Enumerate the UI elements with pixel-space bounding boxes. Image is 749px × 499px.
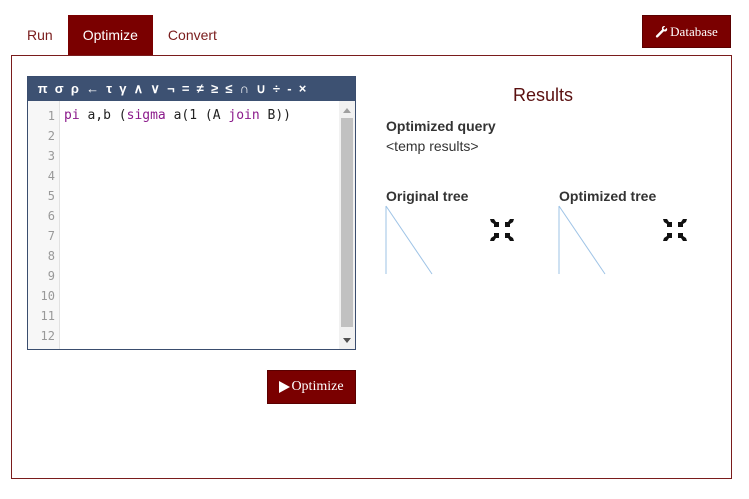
symbol-rho[interactable]: ρ	[67, 77, 82, 101]
code-text: B))	[259, 108, 292, 123]
line-number: 4	[47, 169, 55, 183]
symbol-pi[interactable]: π	[34, 77, 51, 101]
scroll-up-arrow-icon[interactable]	[339, 103, 355, 117]
line-number-gutter: 1 2 3 4 5 6 7 8 9 10 11 12	[28, 101, 60, 349]
optimized-tree-label: Optimized tree	[559, 188, 657, 204]
code-keyword: join	[228, 108, 260, 123]
optimized-tree	[558, 205, 606, 275]
symbol-union[interactable]: ∪	[253, 77, 270, 101]
symbol-and[interactable]: ∧	[130, 77, 147, 101]
optimized-query-value: <temp results>	[386, 138, 479, 154]
symbol-gamma[interactable]: γ	[116, 77, 130, 101]
code-text: a(1 (A	[165, 108, 229, 123]
symbol-cross[interactable]: ×	[295, 77, 310, 101]
code-keyword: sigma	[126, 108, 166, 123]
database-button[interactable]: Database	[642, 15, 731, 48]
code-area[interactable]: 1 2 3 4 5 6 7 8 9 10 11 12 pi a,b (sigma…	[28, 101, 355, 349]
code-line-1[interactable]: pi a,b (sigma a(1 (A join B))	[64, 108, 291, 123]
expand-optimized-tree-icon[interactable]	[661, 216, 689, 244]
tab-optimize[interactable]: Optimize	[67, 15, 153, 56]
original-tree-label: Original tree	[386, 188, 469, 204]
wrench-icon	[656, 26, 668, 38]
symbol-minus[interactable]: -	[284, 77, 296, 101]
expand-original-tree-icon[interactable]	[488, 216, 516, 244]
line-number: 8	[47, 249, 55, 263]
symbol-toolbar: π σ ρ ← τ γ ∧ ∨ ¬ = ≠ ≥ ≤ ∩ ∪ ÷ - ×	[28, 77, 355, 101]
query-editor: π σ ρ ← τ γ ∧ ∨ ¬ = ≠ ≥ ≤ ∩ ∪ ÷ - × 1 2 …	[27, 76, 356, 350]
line-number: 11	[40, 309, 55, 323]
results-title: Results	[512, 85, 574, 105]
symbol-or[interactable]: ∨	[147, 77, 164, 101]
line-number: 9	[47, 269, 55, 283]
symbol-equals[interactable]: =	[178, 77, 193, 101]
line-number: 10	[40, 289, 55, 303]
line-number: 6	[47, 209, 55, 223]
tab-convert[interactable]: Convert	[153, 15, 232, 56]
scroll-down-arrow-icon[interactable]	[339, 333, 355, 347]
code-text: a,b (	[79, 108, 127, 123]
symbol-division[interactable]: ÷	[269, 77, 283, 101]
symbol-intersection[interactable]: ∩	[236, 77, 253, 101]
editor-scrollbar[interactable]	[339, 101, 355, 349]
symbol-tau[interactable]: τ	[103, 77, 116, 101]
optimize-button-label: Optimize	[291, 379, 344, 394]
symbol-not-equal[interactable]: ≠	[193, 77, 207, 101]
database-button-label: Database	[670, 23, 718, 39]
symbol-left-arrow[interactable]: ←	[82, 77, 102, 101]
line-number: 3	[47, 149, 55, 163]
line-number: 2	[47, 129, 55, 143]
symbol-greater-equal[interactable]: ≥	[207, 77, 221, 101]
scroll-thumb[interactable]	[341, 118, 353, 327]
tab-run[interactable]: Run	[12, 15, 68, 56]
symbol-not[interactable]: ¬	[163, 77, 178, 101]
tab-bar: Run Optimize Convert	[12, 15, 232, 56]
line-number: 7	[47, 229, 55, 243]
code-keyword: pi	[64, 108, 80, 123]
optimized-query-label: Optimized query	[386, 118, 496, 134]
optimize-button[interactable]: Optimize	[267, 370, 356, 404]
symbol-sigma[interactable]: σ	[51, 77, 67, 101]
symbol-less-equal[interactable]: ≤	[222, 77, 236, 101]
line-number: 5	[47, 189, 55, 203]
original-tree	[385, 205, 433, 275]
line-number: 1	[47, 109, 55, 123]
line-number: 12	[40, 329, 55, 343]
play-icon	[279, 381, 291, 393]
